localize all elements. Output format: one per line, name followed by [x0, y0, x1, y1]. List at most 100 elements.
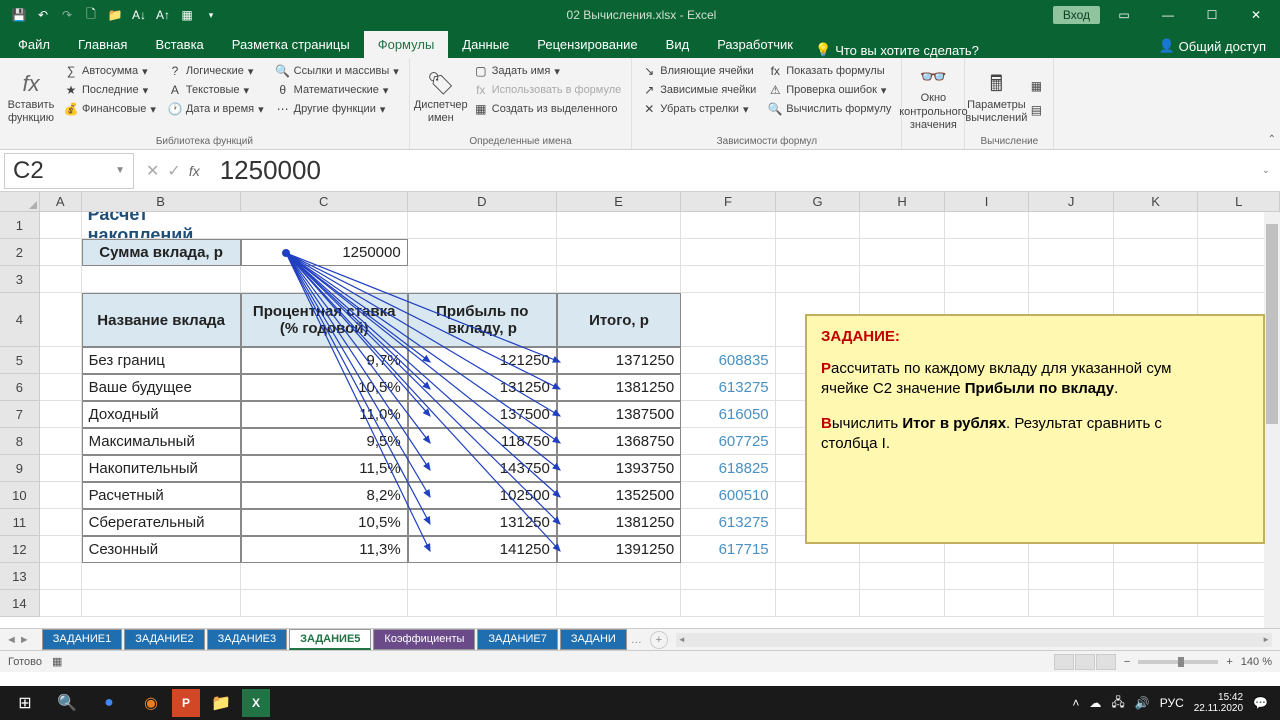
- filter-icon[interactable]: ▦: [176, 4, 198, 26]
- define-name-button[interactable]: ▢Задать имя ▾: [470, 62, 626, 80]
- sort-asc-icon[interactable]: A↓: [128, 4, 150, 26]
- row-header[interactable]: 3: [0, 266, 40, 293]
- tray-up-icon[interactable]: ˄: [1072, 696, 1079, 710]
- task-textbox[interactable]: ЗАДАНИЕ: Рассчитать по каждому вкладу дл…: [805, 314, 1265, 544]
- cell-check[interactable]: 600510: [681, 482, 775, 509]
- row-header[interactable]: 13: [0, 563, 40, 590]
- close-icon[interactable]: ✕: [1236, 1, 1276, 29]
- col-header[interactable]: B: [82, 192, 241, 211]
- recent-button[interactable]: ★Последние ▾: [60, 81, 160, 99]
- cell-name[interactable]: Без границ: [82, 347, 241, 374]
- formula-input[interactable]: 1250000: [212, 155, 1252, 186]
- col-header[interactable]: J: [1029, 192, 1114, 211]
- cell-name[interactable]: Максимальный: [82, 428, 241, 455]
- row-header[interactable]: 9: [0, 455, 40, 482]
- sort-desc-icon[interactable]: A↑: [152, 4, 174, 26]
- cell-rate[interactable]: 10,5%: [241, 374, 408, 401]
- col-header[interactable]: C: [241, 192, 408, 211]
- calc-sheet-button[interactable]: ▤: [1025, 101, 1047, 119]
- cell-rate[interactable]: 11,0%: [241, 401, 408, 428]
- col-header[interactable]: F: [681, 192, 775, 211]
- macro-record-icon[interactable]: ▦: [52, 655, 62, 668]
- cell-profit[interactable]: 121250: [408, 347, 557, 374]
- view-pagebreak-button[interactable]: [1096, 654, 1116, 670]
- zoom-level[interactable]: 140 %: [1241, 656, 1272, 668]
- col-header[interactable]: K: [1114, 192, 1199, 211]
- th-total[interactable]: Итого, р: [557, 293, 681, 347]
- maximize-icon[interactable]: ☐: [1192, 1, 1232, 29]
- row-header[interactable]: 2: [0, 239, 40, 266]
- name-box[interactable]: C2 ▼: [4, 153, 134, 189]
- datetime-button[interactable]: 🕐Дата и время ▾: [164, 100, 268, 118]
- col-header[interactable]: H: [860, 192, 945, 211]
- sheet-nav-prev-icon[interactable]: ◄: [6, 634, 17, 646]
- excel-icon[interactable]: X: [242, 689, 270, 717]
- tell-me-search[interactable]: 💡 Что вы хотите сделать?: [815, 42, 979, 58]
- cell-c2-selected[interactable]: 1250000: [241, 239, 408, 266]
- cell-name[interactable]: Ваше будущее: [82, 374, 241, 401]
- sheet-tab[interactable]: Коэффициенты: [373, 629, 475, 650]
- sheet-more-icon[interactable]: …: [627, 634, 646, 646]
- cell-check[interactable]: 618825: [681, 455, 775, 482]
- cell-total[interactable]: 1391250: [557, 536, 681, 563]
- create-from-sel-button[interactable]: ▦Создать из выделенного: [470, 100, 626, 118]
- tray-network-icon[interactable]: 🖧: [1111, 693, 1124, 714]
- cell-name[interactable]: Накопительный: [82, 455, 241, 482]
- logical-button[interactable]: ?Логические ▾: [164, 62, 268, 80]
- text-button[interactable]: AТекстовые ▾: [164, 81, 268, 99]
- col-header[interactable]: A: [40, 192, 82, 211]
- cell-rate[interactable]: 10,5%: [241, 509, 408, 536]
- clock[interactable]: 15:4222.11.2020: [1194, 692, 1243, 714]
- cell-rate[interactable]: 9,5%: [241, 428, 408, 455]
- row-header[interactable]: 1: [0, 212, 40, 239]
- minimize-icon[interactable]: —: [1148, 1, 1188, 29]
- th-profit[interactable]: Прибыль по вкладу, р: [408, 293, 557, 347]
- name-manager-button[interactable]: 🏷 Диспетчер имен: [416, 62, 466, 134]
- cell-check[interactable]: 616050: [681, 401, 775, 428]
- share-button[interactable]: 👤 Общий доступ: [1148, 34, 1276, 58]
- search-icon[interactable]: 🔍: [46, 687, 88, 719]
- cell-total[interactable]: 1381250: [557, 509, 681, 536]
- autosum-button[interactable]: ∑Автосумма ▾: [60, 62, 160, 80]
- morefn-button[interactable]: ⋯Другие функции ▾: [272, 100, 403, 118]
- col-header[interactable]: G: [776, 192, 861, 211]
- row-header[interactable]: 4: [0, 293, 40, 347]
- login-button[interactable]: Вход: [1053, 6, 1100, 24]
- trace-precedents-button[interactable]: ↘Влияющие ячейки: [638, 62, 760, 80]
- accept-formula-icon[interactable]: ✓: [167, 161, 180, 181]
- insert-function-button[interactable]: fx Вставить функцию: [6, 62, 56, 134]
- zoom-out-icon[interactable]: −: [1124, 656, 1130, 668]
- cell-profit[interactable]: 141250: [408, 536, 557, 563]
- sheet-tab[interactable]: ЗАДАНИЕ1: [42, 629, 122, 650]
- row-header[interactable]: 7: [0, 401, 40, 428]
- tray-notifications-icon[interactable]: 💬: [1253, 696, 1268, 710]
- cell-check[interactable]: 617715: [681, 536, 775, 563]
- cell-profit[interactable]: 143750: [408, 455, 557, 482]
- sheet-tab[interactable]: ЗАДАНИЕ5: [289, 629, 371, 650]
- evaluate-button[interactable]: 🔍Вычислить формулу: [764, 100, 895, 118]
- tab-review[interactable]: Рецензирование: [523, 31, 651, 58]
- cell-check[interactable]: 608835: [681, 347, 775, 374]
- col-header[interactable]: E: [557, 192, 681, 211]
- tab-formulas[interactable]: Формулы: [364, 31, 449, 58]
- sheet-nav-next-icon[interactable]: ►: [19, 634, 30, 646]
- view-normal-button[interactable]: [1054, 654, 1074, 670]
- lookup-button[interactable]: 🔍Ссылки и массивы ▾: [272, 62, 403, 80]
- row-header[interactable]: 11: [0, 509, 40, 536]
- math-button[interactable]: θМатематические ▾: [272, 81, 403, 99]
- sheet-tab[interactable]: ЗАДАНИЕ2: [124, 629, 204, 650]
- tab-insert[interactable]: Вставка: [141, 31, 217, 58]
- row-header[interactable]: 14: [0, 590, 40, 617]
- row-header[interactable]: 5: [0, 347, 40, 374]
- expand-formula-icon[interactable]: ⌄: [1256, 165, 1276, 176]
- name-dropdown-icon[interactable]: ▼: [115, 165, 125, 176]
- sheet-tab[interactable]: ЗАДАНИ: [560, 629, 627, 650]
- powerpoint-icon[interactable]: P: [172, 689, 200, 717]
- explorer-icon[interactable]: 📁: [200, 687, 242, 719]
- cell-total[interactable]: 1368750: [557, 428, 681, 455]
- chrome-icon[interactable]: ●: [88, 687, 130, 719]
- tab-file[interactable]: Файл: [4, 31, 64, 58]
- cancel-formula-icon[interactable]: ✕: [146, 161, 159, 181]
- start-button[interactable]: ⊞: [4, 687, 46, 719]
- cell-profit[interactable]: 102500: [408, 482, 557, 509]
